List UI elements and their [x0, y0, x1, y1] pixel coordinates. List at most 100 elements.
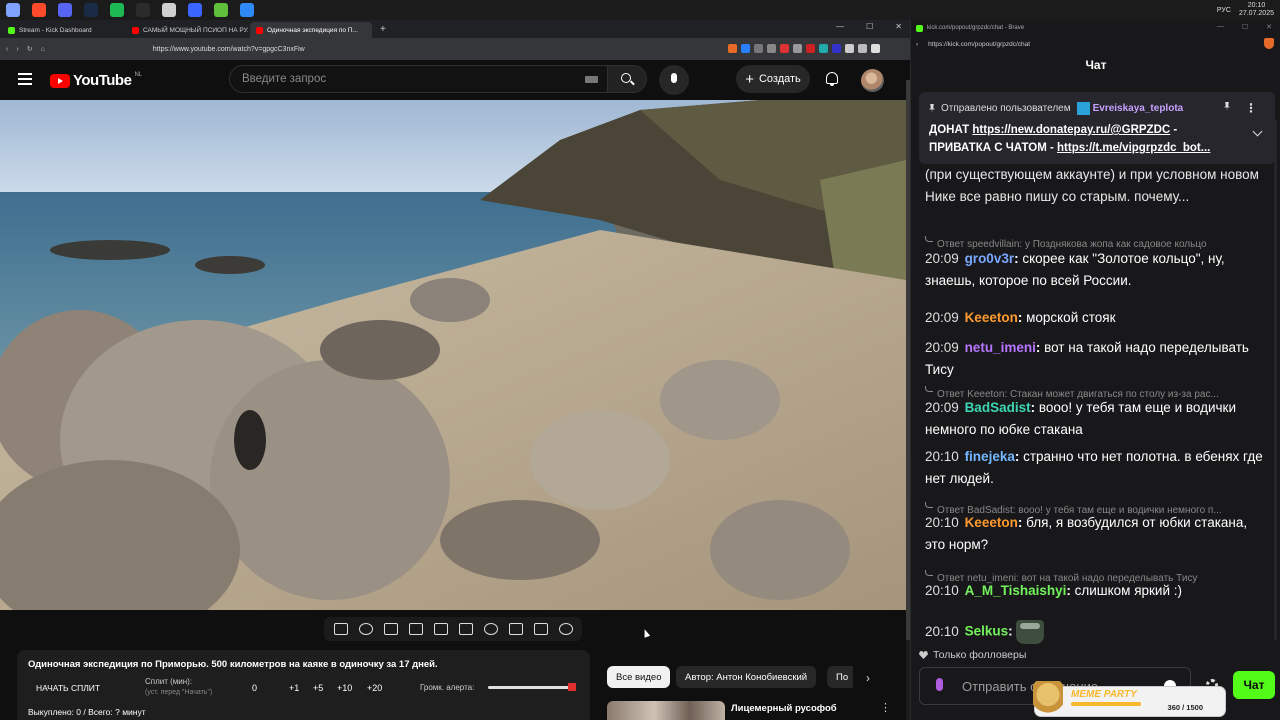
notifications-icon[interactable]: [826, 72, 838, 86]
browser-tab[interactable]: Одиночная экспедиция по П...: [250, 22, 372, 38]
taskbar-app-icon[interactable]: [214, 3, 228, 17]
chip-all-videos[interactable]: Все видео: [607, 666, 671, 688]
tray-clock[interactable]: 20:10 27.07.2025: [1239, 2, 1274, 18]
voice-search-button[interactable]: [659, 65, 689, 95]
maximize-icon[interactable]: ☐: [866, 22, 873, 31]
user-badge-icon: [1076, 102, 1090, 115]
browser-tab[interactable]: Stream - Kick Dashboard: [2, 22, 124, 38]
taskbar-app-icon[interactable]: [6, 3, 20, 17]
menu-icon[interactable]: [18, 73, 32, 85]
message-username[interactable]: netu_imeni: [965, 340, 1036, 355]
taskbar-app-icon[interactable]: [240, 3, 254, 17]
search-input[interactable]: Введите запрос: [229, 65, 609, 93]
url-field[interactable]: https://www.youtube.com/watch?v=gpgcC3nx…: [153, 46, 305, 53]
pinned-message[interactable]: Отправлено пользователем Evreiskaya_tepl…: [919, 92, 1275, 164]
taskbar-app-icon[interactable]: [84, 3, 98, 17]
maximize-icon[interactable]: ☐: [1242, 23, 1248, 31]
split-step-20[interactable]: +20: [367, 683, 382, 693]
taskbar-app-icon[interactable]: [32, 3, 46, 17]
back-icon[interactable]: ‹: [6, 46, 8, 53]
taskbar-app-icon[interactable]: [58, 3, 72, 17]
picture-icon[interactable]: [433, 623, 448, 635]
message-username[interactable]: Selkus: [965, 624, 1009, 639]
extension-icon[interactable]: [741, 44, 750, 53]
add-icon[interactable]: [508, 623, 523, 635]
extension-icon[interactable]: [832, 44, 841, 53]
new-tab-button[interactable]: +: [374, 24, 392, 35]
chip-author[interactable]: Автор: Антон Конобиевский: [676, 666, 817, 688]
gear-icon[interactable]: [558, 623, 573, 635]
chat-window-title: kick.com/popout/grpzdc/chat - Brave: [927, 25, 1025, 31]
split-step-10[interactable]: +10: [337, 683, 352, 693]
message-username[interactable]: Keeeton: [965, 515, 1018, 530]
send-chat-button[interactable]: Чат: [1233, 671, 1275, 699]
telegram-link[interactable]: https://t.me/vipgrpzdc_bot...: [1057, 142, 1210, 154]
minimize-icon[interactable]: —: [836, 22, 844, 31]
alert-volume-slider[interactable]: [488, 683, 577, 691]
mic-icon[interactable]: [936, 678, 943, 691]
back-icon[interactable]: ‹: [916, 41, 918, 48]
avatar[interactable]: [861, 69, 884, 92]
tab-favicon-icon: [256, 26, 263, 34]
loop-icon[interactable]: [333, 623, 348, 635]
speed-icon[interactable]: [483, 623, 498, 635]
home-icon[interactable]: ⌂: [41, 46, 45, 53]
extension-icon[interactable]: [806, 44, 815, 53]
taskbar-app-icon[interactable]: [188, 3, 202, 17]
pinned-user[interactable]: Evreiskaya_teplota: [1076, 102, 1183, 115]
chevron-down-icon[interactable]: [1252, 126, 1263, 137]
split-step-1[interactable]: +1: [289, 683, 299, 693]
related-video-title[interactable]: Лицемерный русофоб: [731, 703, 837, 714]
forward-icon[interactable]: ›: [16, 46, 18, 53]
extension-icon[interactable]: [871, 44, 880, 53]
chevron-right-icon[interactable]: ›: [866, 671, 870, 685]
camera-icon[interactable]: [533, 623, 548, 635]
donate-link[interactable]: https://new.donatepay.ru/@GRPZDC: [972, 124, 1170, 136]
extension-icon[interactable]: [793, 44, 802, 53]
kick-favicon-icon: [916, 24, 923, 32]
taskbar-app-icon[interactable]: [162, 3, 176, 17]
extension-icon[interactable]: [858, 44, 867, 53]
taskbar-app-icon[interactable]: [110, 3, 124, 17]
browser-tab[interactable]: САМЫЙ МОЩНЫЙ ПСИОП НА РУ...: [126, 22, 248, 38]
tray-lang[interactable]: РУС: [1217, 7, 1231, 14]
extension-icon[interactable]: [767, 44, 776, 53]
video-player[interactable]: [0, 100, 906, 610]
chat-url[interactable]: https://kick.com/popout/grpzdc/chat: [928, 41, 1030, 48]
search-button[interactable]: [607, 65, 647, 93]
extension-icon[interactable]: [845, 44, 854, 53]
message-username[interactable]: A_M_Tishaishyi: [965, 583, 1067, 598]
extension-icon[interactable]: [780, 44, 789, 53]
close-icon[interactable]: ✕: [895, 22, 902, 31]
brave-shield-icon[interactable]: [1264, 38, 1274, 49]
split-step-5[interactable]: +5: [313, 683, 323, 693]
minimize-icon[interactable]: —: [1217, 23, 1224, 31]
tab-label: Одиночная экспедиция по П...: [267, 26, 358, 34]
film-icon[interactable]: [408, 623, 423, 635]
close-icon[interactable]: ✕: [1266, 23, 1272, 31]
unpin-icon[interactable]: [1224, 102, 1230, 111]
extension-icon[interactable]: [728, 44, 737, 53]
broadcast-icon[interactable]: [358, 623, 373, 635]
chip-more[interactable]: По: [827, 666, 853, 688]
message-username[interactable]: Keeeton: [965, 310, 1018, 325]
start-split-button[interactable]: НАЧАТЬ СПЛИТ: [36, 683, 100, 693]
message-username[interactable]: gro0v3r: [965, 251, 1015, 266]
extension-icon[interactable]: [819, 44, 828, 53]
more-vert-icon[interactable]: ⋮: [1245, 101, 1257, 115]
keyboard-icon[interactable]: [585, 76, 598, 83]
message-username[interactable]: finejeka: [965, 449, 1015, 464]
create-button[interactable]: + Создать: [736, 65, 810, 93]
message-username[interactable]: BadSadist: [965, 400, 1031, 415]
alert-volume-knob[interactable]: [568, 683, 577, 691]
youtube-logo[interactable]: YouTube NL: [50, 72, 142, 89]
reload-icon[interactable]: ↻: [27, 45, 33, 53]
eye-icon[interactable]: [383, 623, 398, 635]
emote-icon[interactable]: [1016, 620, 1045, 644]
more-vert-icon[interactable]: ⋮: [880, 701, 891, 714]
extension-icon[interactable]: [754, 44, 763, 53]
subtitles-icon[interactable]: [458, 623, 473, 635]
related-video-thumbnail[interactable]: [607, 701, 725, 720]
taskbar-app-icon[interactable]: [136, 3, 150, 17]
chat-scrollbar[interactable]: [1274, 120, 1277, 640]
